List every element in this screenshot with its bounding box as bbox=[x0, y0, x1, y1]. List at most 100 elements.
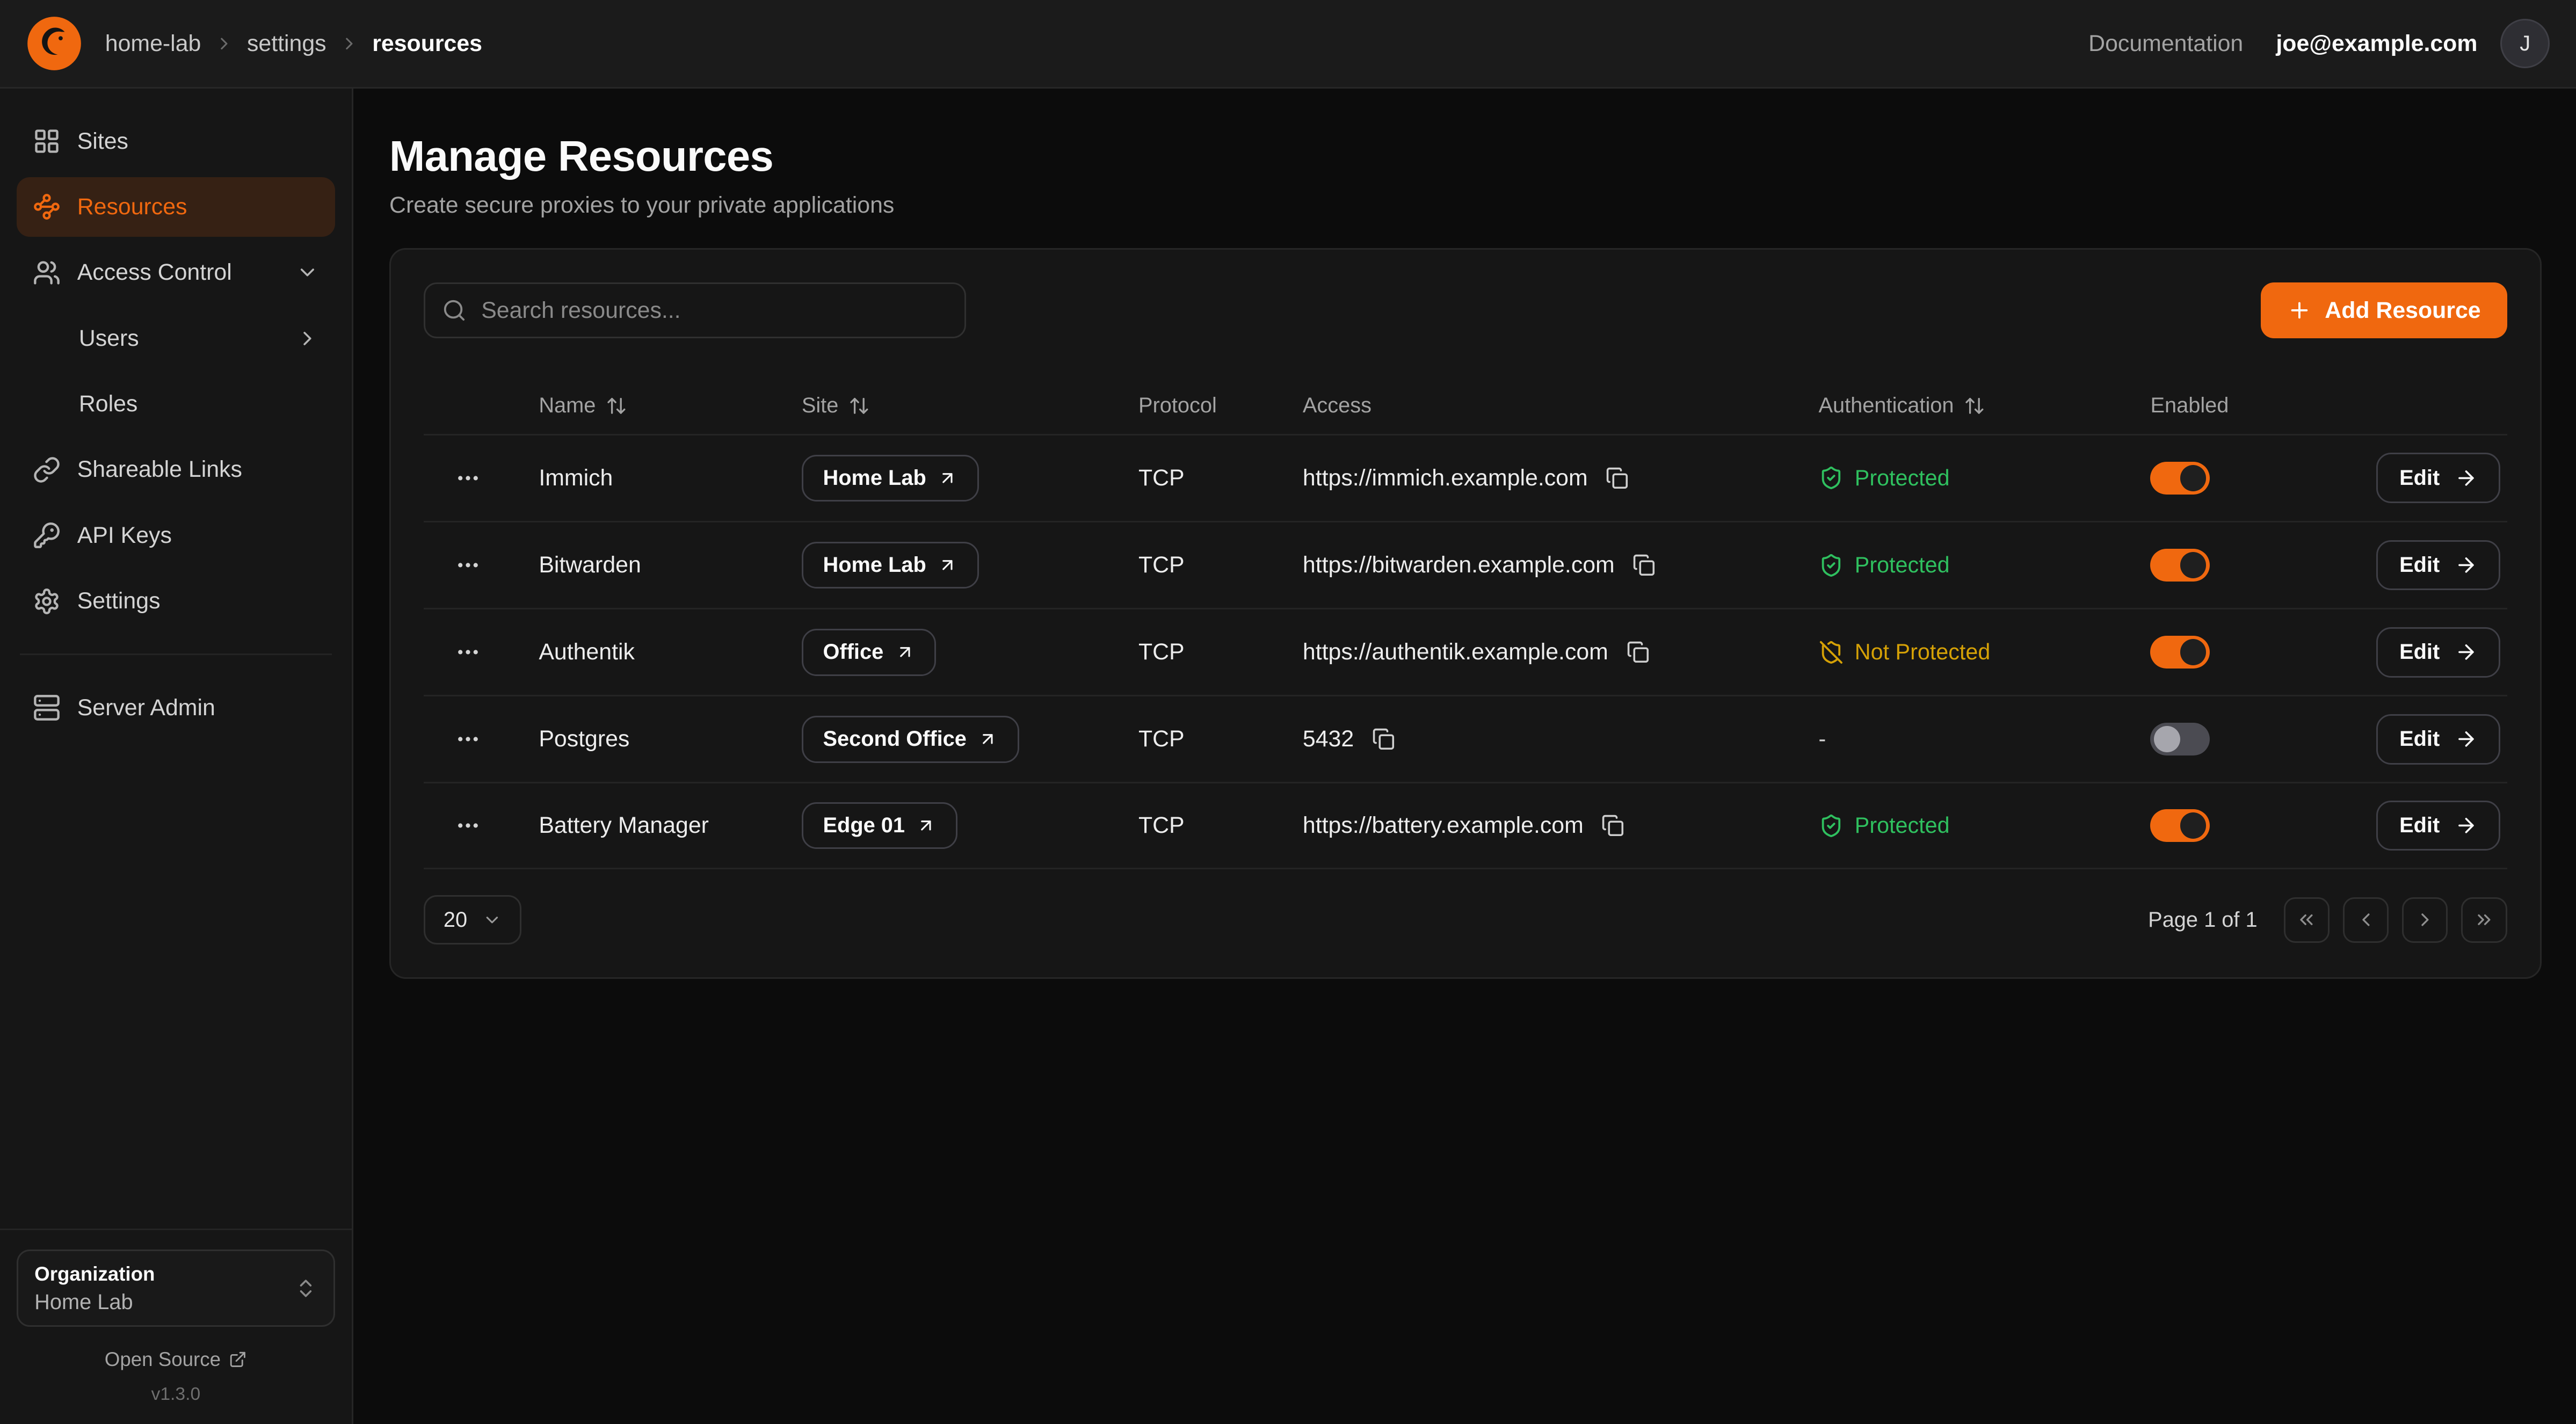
arrow-up-right-icon bbox=[916, 816, 936, 835]
add-resource-button[interactable]: Add Resource bbox=[2261, 282, 2507, 338]
next-page-button[interactable] bbox=[2402, 897, 2448, 943]
edit-button[interactable]: Edit bbox=[2376, 801, 2500, 851]
site-link-button[interactable]: Home Lab bbox=[802, 455, 979, 502]
resource-name: Immich bbox=[539, 465, 613, 491]
page-size-value: 20 bbox=[444, 908, 467, 932]
sidebar-item-users[interactable]: Users bbox=[17, 309, 336, 368]
sidebar-item-access-control[interactable]: Access Control bbox=[17, 243, 336, 302]
open-source-link[interactable]: Open Source bbox=[17, 1348, 336, 1371]
pagination: Page 1 of 1 bbox=[2148, 897, 2507, 943]
column-header-authentication[interactable]: Authentication bbox=[1793, 394, 2124, 418]
auth-status: Protected bbox=[1855, 813, 1950, 838]
chevron-left-icon bbox=[2355, 909, 2377, 931]
table-row: Battery ManagerEdge 01TCPhttps://battery… bbox=[424, 782, 2507, 869]
chevron-right-icon bbox=[214, 34, 234, 54]
shield-check-icon bbox=[1819, 553, 1844, 578]
sidebar-nav: Sites Resources Access Control Users Rol bbox=[0, 89, 352, 737]
sidebar-item-label: Server Admin bbox=[77, 695, 215, 721]
site-link-button[interactable]: Home Lab bbox=[802, 542, 979, 589]
toggle-knob bbox=[2180, 552, 2207, 578]
resources-card: Add Resource Name Site Protocol Access bbox=[389, 248, 2542, 979]
table-row: PostgresSecond OfficeTCP5432-Edit bbox=[424, 695, 2507, 782]
pangolin-logo[interactable] bbox=[26, 16, 82, 71]
column-header-site[interactable]: Site bbox=[775, 394, 1112, 418]
edit-button[interactable]: Edit bbox=[2376, 453, 2500, 503]
sidebar-item-label: Settings bbox=[77, 588, 161, 614]
resource-rows: ImmichHome LabTCPhttps://immich.example.… bbox=[424, 434, 2507, 869]
row-menu-button[interactable] bbox=[448, 806, 488, 845]
edit-label: Edit bbox=[2399, 640, 2440, 664]
waypoints-icon bbox=[33, 193, 61, 221]
row-menu-button[interactable] bbox=[448, 720, 488, 759]
resource-protocol: TCP bbox=[1138, 812, 1185, 839]
ellipsis-icon bbox=[455, 812, 481, 839]
breadcrumb: home-lab settings resources bbox=[105, 31, 482, 57]
sidebar-item-server-admin[interactable]: Server Admin bbox=[17, 678, 336, 737]
copy-button[interactable] bbox=[1629, 550, 1659, 580]
resource-name: Authentik bbox=[539, 639, 635, 665]
chevrons-right-icon bbox=[2473, 909, 2495, 931]
copy-icon bbox=[1627, 641, 1650, 664]
site-name: Second Office bbox=[823, 727, 967, 751]
edit-label: Edit bbox=[2399, 727, 2440, 751]
enabled-toggle[interactable] bbox=[2150, 809, 2209, 842]
enabled-toggle[interactable] bbox=[2150, 549, 2209, 582]
resource-protocol: TCP bbox=[1138, 552, 1185, 578]
add-resource-label: Add Resource bbox=[2325, 297, 2480, 324]
resource-access: https://bitwarden.example.com bbox=[1303, 552, 1615, 578]
breadcrumb-home-lab[interactable]: home-lab bbox=[105, 31, 201, 57]
shield-check-icon bbox=[1819, 466, 1844, 490]
row-menu-button[interactable] bbox=[448, 546, 488, 585]
enabled-toggle[interactable] bbox=[2150, 723, 2209, 755]
sidebar-item-label: API Keys bbox=[77, 522, 172, 549]
sidebar-item-roles[interactable]: Roles bbox=[17, 374, 336, 433]
edit-label: Edit bbox=[2399, 466, 2440, 490]
sidebar-item-sites[interactable]: Sites bbox=[17, 112, 336, 171]
previous-page-button[interactable] bbox=[2343, 897, 2389, 943]
table-footer: 20 Page 1 of 1 bbox=[424, 895, 2507, 945]
copy-icon bbox=[1372, 728, 1395, 751]
sidebar-item-shareable-links[interactable]: Shareable Links bbox=[17, 440, 336, 499]
breadcrumb-resources: resources bbox=[372, 31, 482, 57]
copy-button[interactable] bbox=[1623, 637, 1652, 667]
ellipsis-icon bbox=[455, 465, 481, 491]
sidebar-item-settings[interactable]: Settings bbox=[17, 572, 336, 631]
documentation-link[interactable]: Documentation bbox=[2088, 31, 2243, 57]
resource-name: Postgres bbox=[539, 726, 629, 752]
copy-button[interactable] bbox=[1602, 463, 1632, 493]
edit-button[interactable]: Edit bbox=[2376, 540, 2500, 591]
search-input[interactable] bbox=[424, 282, 966, 338]
toggle-knob bbox=[2180, 812, 2207, 839]
copy-button[interactable] bbox=[1598, 811, 1628, 840]
sidebar-item-api-keys[interactable]: API Keys bbox=[17, 506, 336, 565]
copy-button[interactable] bbox=[1369, 724, 1398, 754]
column-header-name[interactable]: Name bbox=[512, 394, 775, 418]
resource-access: 5432 bbox=[1303, 726, 1354, 752]
organization-selector[interactable]: Organization Home Lab bbox=[17, 1249, 336, 1327]
external-link-icon bbox=[229, 1350, 247, 1369]
site-link-button[interactable]: Office bbox=[802, 629, 936, 676]
last-page-button[interactable] bbox=[2461, 897, 2507, 943]
sidebar-item-label: Sites bbox=[77, 128, 128, 155]
user-avatar[interactable]: J bbox=[2500, 19, 2550, 68]
link-icon bbox=[33, 456, 61, 484]
row-menu-button[interactable] bbox=[448, 459, 488, 498]
sidebar-item-resources[interactable]: Resources bbox=[17, 177, 336, 236]
sidebar-item-label: Users bbox=[79, 325, 139, 352]
enabled-toggle[interactable] bbox=[2150, 462, 2209, 495]
site-link-button[interactable]: Second Office bbox=[802, 716, 1019, 763]
column-header-protocol: Protocol bbox=[1112, 394, 1276, 418]
page-size-select[interactable]: 20 bbox=[424, 895, 521, 945]
first-page-button[interactable] bbox=[2284, 897, 2330, 943]
app-window: home-lab settings resources Documentatio… bbox=[0, 0, 2576, 1424]
site-link-button[interactable]: Edge 01 bbox=[802, 802, 957, 849]
table-row: ImmichHome LabTCPhttps://immich.example.… bbox=[424, 434, 2507, 521]
sort-icon bbox=[848, 395, 870, 417]
breadcrumb-settings[interactable]: settings bbox=[247, 31, 326, 57]
toggle-knob bbox=[2180, 465, 2207, 491]
arrow-right-icon bbox=[2455, 641, 2478, 664]
row-menu-button[interactable] bbox=[448, 633, 488, 672]
edit-button[interactable]: Edit bbox=[2376, 714, 2500, 765]
enabled-toggle[interactable] bbox=[2150, 636, 2209, 669]
edit-button[interactable]: Edit bbox=[2376, 627, 2500, 678]
